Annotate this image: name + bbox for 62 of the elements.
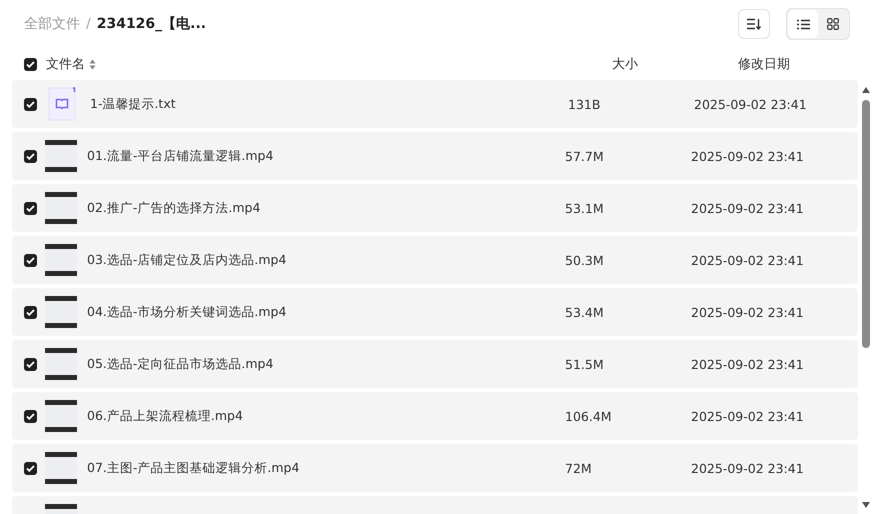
file-date: 2025-09-02 23:41 xyxy=(691,252,804,268)
file-size: 53.1M xyxy=(565,200,605,216)
row-checkbox[interactable] xyxy=(24,98,37,110)
video-thumbnail xyxy=(45,400,77,432)
row-checkbox[interactable] xyxy=(24,410,37,422)
file-date: 2025-09-02 23:41 xyxy=(691,200,804,216)
file-row[interactable]: 07.主图-产品主图基础逻辑分析.mp4 72M 2025-09-02 23:41 xyxy=(12,444,858,492)
file-size: 57.7M xyxy=(565,148,605,164)
row-checkbox[interactable] xyxy=(24,306,37,318)
video-thumbnail xyxy=(45,140,77,172)
name-column-header[interactable]: 文件名 xyxy=(46,55,85,73)
file-date: 2025-09-02 23:41 xyxy=(691,460,804,476)
file-row[interactable]: 04.选品-市场分析关键词选品.mp4 53.4M 2025-09-02 23:41 xyxy=(12,288,858,336)
file-row[interactable]: 03.选品-店铺定位及店内选品.mp4 50.3M 2025-09-02 23:41 xyxy=(12,236,858,284)
row-checkbox[interactable] xyxy=(24,150,37,162)
video-thumbnail xyxy=(45,452,77,484)
video-thumbnail xyxy=(45,244,77,276)
row-checkbox[interactable] xyxy=(24,358,37,370)
file-name: 02.推广-广告的选择方法.mp4 xyxy=(87,200,262,216)
size-column-header: 大小 xyxy=(612,56,639,73)
file-size: 51.5M xyxy=(565,356,605,372)
document-icon xyxy=(48,87,76,121)
grid-icon xyxy=(827,18,839,30)
file-row[interactable]: 05.选品-定向征品市场选品.mp4 51.5M 2025-09-02 23:41 xyxy=(12,340,858,388)
file-size: 72M xyxy=(565,460,593,476)
file-name: 04.选品-市场分析关键词选品.mp4 xyxy=(87,304,288,320)
sort-arrows-icon[interactable] xyxy=(89,58,96,70)
video-thumbnail xyxy=(45,348,77,380)
scroll-down-icon[interactable] xyxy=(862,502,870,508)
row-checkbox[interactable] xyxy=(24,202,37,214)
date-column-header: 修改日期 xyxy=(738,56,790,73)
file-row[interactable]: 1-温馨提示.txt 131B 2025-09-02 23:41 xyxy=(12,80,858,128)
list-view-button[interactable] xyxy=(788,10,818,38)
file-name: 05.选品-定向征品市场选品.mp4 xyxy=(87,356,274,372)
row-checkbox[interactable] xyxy=(24,462,37,474)
select-all-checkbox[interactable] xyxy=(24,58,37,70)
file-date: 2025-09-02 23:41 xyxy=(691,148,804,164)
video-thumbnail xyxy=(45,192,77,224)
file-date: 2025-09-02 23:41 xyxy=(691,304,804,320)
file-name: 06.产品上架流程梳理.mp4 xyxy=(87,408,244,424)
file-name: 03.选品-店铺定位及店内选品.mp4 xyxy=(87,252,288,268)
breadcrumb-separator: / xyxy=(86,16,91,32)
file-row[interactable]: 02.推广-广告的选择方法.mp4 53.1M 2025-09-02 23:41 xyxy=(12,184,858,232)
file-size: 106.4M xyxy=(565,408,613,424)
breadcrumb-item[interactable]: 234126_【电... xyxy=(96,15,206,33)
file-name: 01.流量-平台店铺流量逻辑.mp4 xyxy=(87,148,274,164)
file-name: 07.主图-产品主图基础逻辑分析.mp4 xyxy=(87,460,300,476)
file-size: 50.3M xyxy=(565,252,605,268)
row-checkbox[interactable] xyxy=(24,254,37,266)
file-name: 1-温馨提示.txt xyxy=(90,96,177,112)
sort-button[interactable] xyxy=(738,9,770,39)
sort-icon xyxy=(747,18,761,30)
video-thumbnail xyxy=(45,296,77,328)
list-icon xyxy=(796,18,810,30)
file-row[interactable]: 01.流量-平台店铺流量逻辑.mp4 57.7M 2025-09-02 23:41 xyxy=(12,132,858,180)
file-date: 2025-09-02 23:41 xyxy=(691,356,804,372)
file-date: 2025-09-02 23:41 xyxy=(691,408,804,424)
file-size: 53.4M xyxy=(565,304,605,320)
file-size: 131B xyxy=(568,96,602,112)
file-date: 2025-09-02 23:41 xyxy=(694,96,807,112)
scroll-up-icon[interactable] xyxy=(862,87,870,93)
file-row[interactable]: 06.产品上架流程梳理.mp4 106.4M 2025-09-02 23:41 xyxy=(12,392,858,440)
